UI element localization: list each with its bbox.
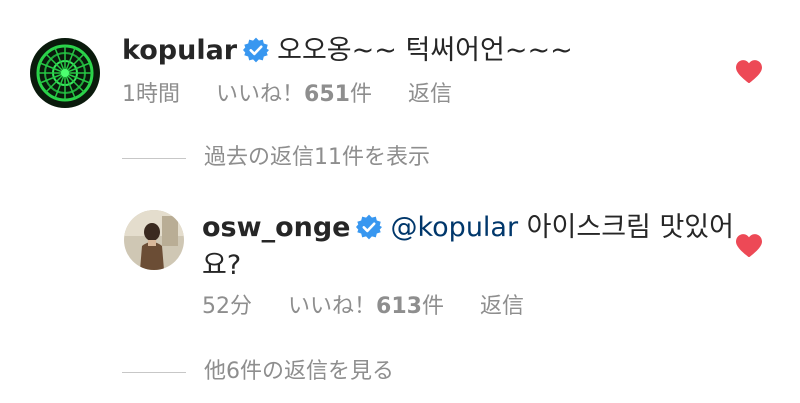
username[interactable]: osw_onge: [202, 212, 350, 243]
verified-badge-icon: [243, 37, 270, 63]
comment-text: 오오옹~~ 턱써어언~~~: [277, 35, 573, 66]
verified-badge-icon: [356, 214, 383, 240]
likes-suffix: 件: [349, 82, 372, 107]
comment-text-line-1: osw_onge @kopular 아이스크림 맛있어: [202, 210, 734, 246]
mention-link[interactable]: @kopular: [390, 212, 518, 243]
comment-text-line: kopular 오오옹~~ 턱써어언~~~: [122, 33, 573, 69]
timestamp: 1時間: [122, 82, 180, 107]
timestamp: 52分: [202, 294, 252, 319]
view-more-replies-button[interactable]: 他6件の返信を見る: [122, 358, 394, 386]
avatar[interactable]: [124, 210, 184, 270]
view-past-replies-button[interactable]: 過去の返信11件を表示: [122, 144, 430, 172]
likes-label: いいね！: [216, 82, 305, 107]
comment-text-line-2: 요?: [202, 248, 241, 284]
divider-line: [122, 371, 186, 373]
view-more-replies-label: 他6件の返信を見る: [204, 359, 394, 384]
likes-number: 613: [376, 294, 422, 319]
likes-suffix: 件: [421, 294, 444, 319]
likes-count-link[interactable]: いいね！651件: [216, 82, 372, 107]
comment-meta: 52分 いいね！613件 返信: [202, 293, 560, 321]
username[interactable]: kopular: [122, 35, 237, 66]
comment-text-continued: 요?: [202, 250, 242, 281]
reply-button[interactable]: 返信: [480, 294, 524, 319]
divider-line: [122, 157, 186, 159]
likes-label: いいね！: [288, 294, 377, 319]
view-past-replies-label: 過去の返信11件を表示: [204, 145, 430, 170]
heart-icon[interactable]: [736, 234, 762, 258]
heart-icon[interactable]: [736, 60, 762, 84]
comment-meta: 1時間 いいね！651件 返信: [122, 81, 488, 109]
likes-number: 651: [304, 82, 350, 107]
reply-button[interactable]: 返信: [408, 82, 452, 107]
likes-count-link[interactable]: いいね！613件: [288, 294, 444, 319]
comment-text: 아이스크림 맛있어: [526, 212, 734, 243]
avatar[interactable]: [30, 38, 100, 108]
